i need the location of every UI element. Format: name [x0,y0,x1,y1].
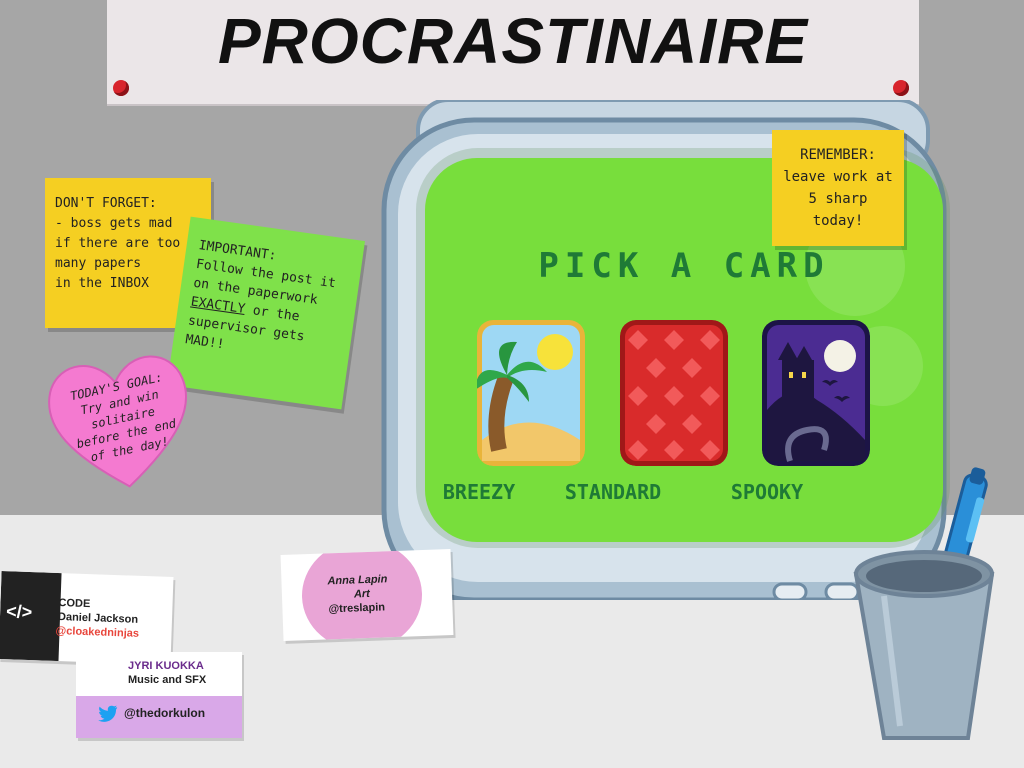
credit-card-code: </> CODE Daniel Jackson @cloakedninjas [0,571,174,665]
pin-icon [893,80,909,96]
credit-card-music: JYRI KUOKKA Music and SFX @thedorkulon [76,652,242,738]
game-title: PROCRASTINAIRE [217,5,809,77]
credit-name: JYRI KUOKKA [128,660,204,672]
credit-card-art: Anna Lapin Art @treslapin [280,549,454,641]
sticky-note-remember: REMEMBER: leave work at 5 sharp today! [772,130,904,246]
code-icon: </> [5,601,33,623]
haunted-castle-icon [762,320,870,466]
note-line: DON'T FORGET: [55,196,157,211]
credit-name: Anna Lapin [327,573,388,588]
credit-role: Music and SFX [128,674,207,686]
credit-name: Daniel Jackson [57,611,139,626]
sticky-note-important: IMPORTANT: Follow the post it on the pap… [167,216,365,410]
palm-island-icon [477,320,585,466]
pen-cup-icon [853,467,995,740]
card-breezy[interactable] [477,320,585,466]
twitter-bird-icon [98,705,118,722]
note-line: today! [812,213,864,229]
note-line: many papers [55,256,142,271]
note-line: leave work at [783,169,893,185]
title-banner: PROCRASTINAIRE [107,0,919,104]
card-label-spooky[interactable]: SPOOKY [697,480,837,504]
card-spooky[interactable] [762,320,870,466]
credit-role: Art [353,587,371,601]
credit-handle: @cloakedninjas [55,624,140,640]
credit-role: CODE [58,597,91,611]
diamond-pattern-icon [620,320,728,466]
pin-icon [113,80,129,96]
credit-handle: @treslapin [328,601,386,616]
note-line: - boss gets mad [55,216,173,231]
note-line: 5 sharp [808,191,868,207]
card-label-breezy[interactable]: BREEZY [425,480,549,504]
card-standard[interactable] [620,320,728,466]
pick-a-card-title: PICK A CARD [538,246,830,286]
note-line: if there are too [55,236,181,251]
card-label-standard[interactable]: STANDARD [543,480,683,504]
note-line: REMEMBER: [800,147,876,163]
credit-handle: @thedorkulon [124,706,206,720]
